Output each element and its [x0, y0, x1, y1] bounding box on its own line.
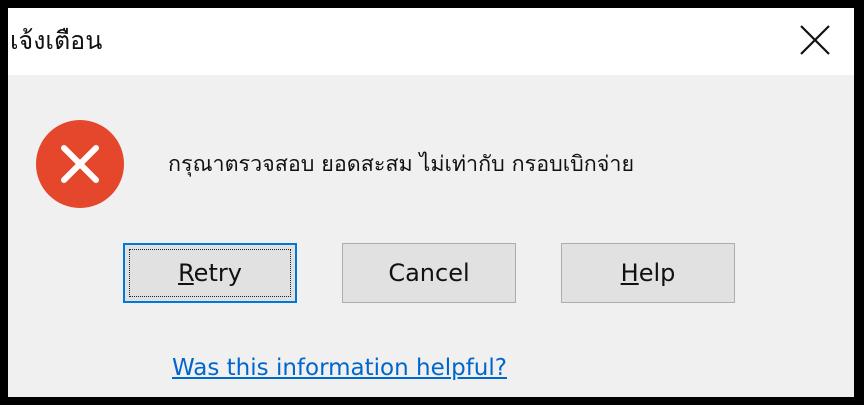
help-button[interactable]: Help — [561, 243, 735, 303]
retry-button[interactable]: Retry — [123, 243, 297, 303]
error-message: กรุณาตรวจสอบ ยอดสะสม ไม่เท่ากับ กรอบเบิก… — [168, 152, 635, 177]
window-title: เจ้งเตือน — [10, 26, 103, 55]
title-bar: เจ้งเตือน — [8, 8, 854, 75]
help-button-label: Help — [620, 259, 676, 287]
error-icon — [36, 120, 124, 208]
retry-button-label: Retry — [178, 259, 242, 287]
cancel-button-label: Cancel — [388, 259, 470, 287]
close-icon — [800, 25, 830, 55]
cancel-button[interactable]: Cancel — [342, 243, 516, 303]
close-button[interactable] — [782, 14, 848, 66]
feedback-link[interactable]: Was this information helpful? — [172, 352, 507, 384]
message-dialog: เจ้งเตือน กรุณาตรวจสอบ ยอดสะสม ไม่เท่ากั… — [8, 8, 854, 397]
